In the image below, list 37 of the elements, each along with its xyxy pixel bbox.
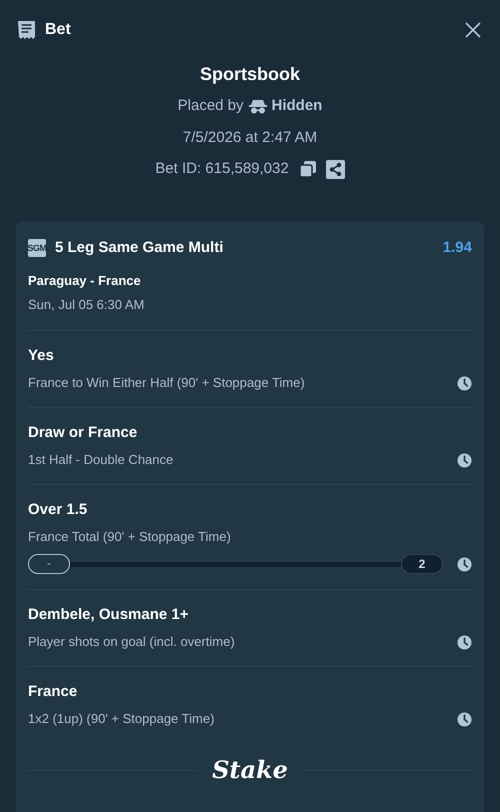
section-title: Sportsbook [200, 63, 300, 86]
match-name: Paraguay - France [28, 272, 142, 290]
progress-current: - [28, 554, 70, 574]
bet-id: Bet ID: 615,589,032 [155, 158, 289, 179]
sgm-badge: SGM [28, 239, 46, 257]
leg-market: Player shots on goal (incl. overtime) [28, 633, 235, 651]
leg-selection: Over 1.5 [28, 500, 88, 520]
share-button[interactable] [326, 160, 345, 178]
leg-selection: Dembele, Ousmane 1+ [28, 605, 190, 625]
leg-market: 1st Half - Double Chance [28, 451, 174, 469]
leg-selection: France [28, 682, 78, 702]
clock-icon [457, 452, 472, 468]
dialog-title: Bet [45, 20, 71, 40]
copy-button[interactable] [298, 160, 317, 178]
share-icon [326, 160, 345, 178]
user-name: Hidden [272, 96, 322, 116]
close-icon [465, 22, 481, 38]
leg-market: France Total (90' + Stoppage Time) [28, 528, 232, 546]
clock-icon [457, 376, 472, 390]
clock-icon [457, 634, 472, 650]
incognito-icon [248, 98, 267, 114]
bet-datetime: 7/5/2026 at 2:47 AM [182, 128, 318, 148]
stake-logo: Stake [212, 755, 288, 785]
leg-selection: Draw or France [28, 423, 138, 443]
leg-market: France to Win Either Half (90' + Stoppage Time) [28, 374, 305, 392]
placed-by-label: Placed by [178, 96, 244, 116]
clock-icon [457, 556, 472, 572]
close-button[interactable] [463, 20, 483, 40]
clock-icon [457, 712, 472, 726]
bet-title: 5 Leg Same Game Multi [55, 238, 224, 258]
copy-icon [298, 160, 317, 178]
progress-target: 2 [401, 554, 443, 574]
leg-market: 1x2 (1up) (90' + Stoppage Time) [28, 710, 214, 728]
bet-odds: 1.94 [442, 238, 472, 258]
leg-selection: Yes [28, 346, 55, 366]
receipt-icon [17, 20, 36, 40]
match-time: Sun, Jul 05 6:30 AM [28, 296, 146, 314]
